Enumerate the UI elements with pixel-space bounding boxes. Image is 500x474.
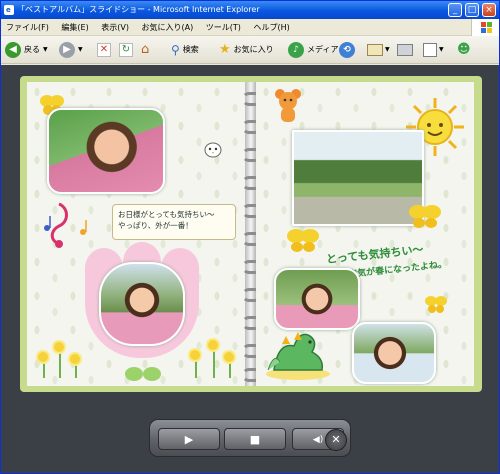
search-icon: ⚲ [171,43,180,57]
window-title: 「ベストアルバム」スライドショー - Microsoft Internet Ex… [17,5,260,14]
menu-bar: ファイル(F) 編集(E) 表示(V) お気に入り(A) ツール(T) ヘルプ(… [1,19,499,36]
edit-button[interactable]: ▼ [423,41,444,59]
butterfly-icon [409,205,441,228]
music-notes-icon [44,202,87,248]
title-bar: e 「ベストアルバム」スライドショー - Microsoft Internet … [1,1,499,19]
internet-explorer-icon: e [4,5,14,15]
messenger-icon: ☻ [457,42,471,57]
search-button[interactable]: ⚲ 検索 [171,41,199,59]
print-icon [397,44,413,56]
stop-icon: ✕ [97,43,111,57]
back-label: 戻る [24,45,40,54]
back-arrow-icon: ◀ [5,42,21,58]
menu-file[interactable]: ファイル(F) [1,23,54,32]
dropdown-arrow-icon[interactable]: ▼ [78,41,83,59]
photo-girl-tulip [99,262,185,346]
stop-slideshow-button[interactable]: ■ [224,428,286,450]
messenger-button[interactable]: ☻ [457,41,471,59]
maximize-button[interactable]: □ [465,3,479,17]
bird-icon [204,142,222,158]
teddy-bear-icon [275,89,301,122]
tulip-frame [85,242,199,358]
toolbar: ◀ 戻る ▼ ▶ ▼ ✕ ↻ ⌂ ⚲ 検索 ★ お気に入り ♪ メディア ⟲ ▼… [1,36,499,64]
menu-view[interactable]: 表示(V) [96,23,134,32]
speech-bubble-line-1: お日様がとっても気持ちい〜 [118,210,215,219]
home-icon: ⌂ [141,42,150,57]
dropdown-arrow-icon[interactable]: ▼ [43,41,48,59]
minimize-button[interactable]: _ [448,3,462,17]
stop-button[interactable]: ✕ [97,41,111,59]
media-button[interactable]: ♪ メディア [288,41,338,59]
history-button[interactable]: ⟲ [339,41,355,59]
forward-button[interactable]: ▶ ▼ [59,41,83,59]
close-window-button[interactable]: × [482,3,496,17]
slideshow-stage: お日様がとっても気持ちい〜 やっぱり、外が一番！ とっても気持ちい〜 空気が春に… [1,65,499,473]
history-icon: ⟲ [339,42,355,58]
photo-girl-park [274,268,360,330]
forward-arrow-icon: ▶ [59,42,75,58]
menu-edit[interactable]: 編集(E) [56,23,93,32]
photo-girl-flowers [47,108,165,194]
leaves-icon [125,367,161,381]
refresh-button[interactable]: ↻ [119,41,133,59]
windows-logo-icon [471,19,499,36]
close-slideshow-button[interactable]: ✕ [325,429,347,451]
dropdown-arrow-icon[interactable]: ▼ [385,41,390,59]
favorites-label: お気に入り [233,45,274,54]
dinosaur-icon [266,332,330,380]
menu-tools[interactable]: ツール(T) [201,23,246,32]
album-right-page: とっても気持ちい〜 空気が春になったよね。 [256,82,474,386]
browser-window: e 「ベストアルバム」スライドショー - Microsoft Internet … [0,0,500,474]
photo-park-path [292,130,424,226]
mail-icon [367,44,383,56]
media-label: メディア [307,45,339,54]
favorites-button[interactable]: ★ お気に入り [219,41,274,59]
menu-help[interactable]: ヘルプ(H) [248,23,294,32]
mail-button[interactable]: ▼ [367,41,390,59]
refresh-icon: ↻ [119,43,133,57]
menu-favorites[interactable]: お気に入り(A) [137,23,199,32]
player-controls: ▶ ■ ◀) [149,419,351,457]
star-icon: ★ [219,42,231,57]
speech-bubble-line-2: やっぱり、外が一番！ [118,221,193,230]
back-button[interactable]: ◀ 戻る ▼ [5,41,48,59]
play-button[interactable]: ▶ [158,428,220,450]
photo-girl-smiling [352,322,436,384]
media-icon: ♪ [288,42,304,58]
search-label: 検索 [182,45,199,54]
print-button[interactable] [397,41,413,59]
butterfly-icon [425,296,447,313]
speech-bubble: お日様がとっても気持ちい〜 やっぱり、外が一番！ [112,204,236,240]
photo-album-book: お日様がとっても気持ちい〜 やっぱり、外が一番！ とっても気持ちい〜 空気が春に… [20,76,482,392]
home-button[interactable]: ⌂ [141,41,157,59]
butterfly-icon [287,229,319,252]
album-left-page: お日様がとっても気持ちい〜 やっぱり、外が一番！ [27,82,245,386]
dropdown-arrow-icon[interactable]: ▼ [439,41,444,59]
edit-icon [423,43,437,57]
